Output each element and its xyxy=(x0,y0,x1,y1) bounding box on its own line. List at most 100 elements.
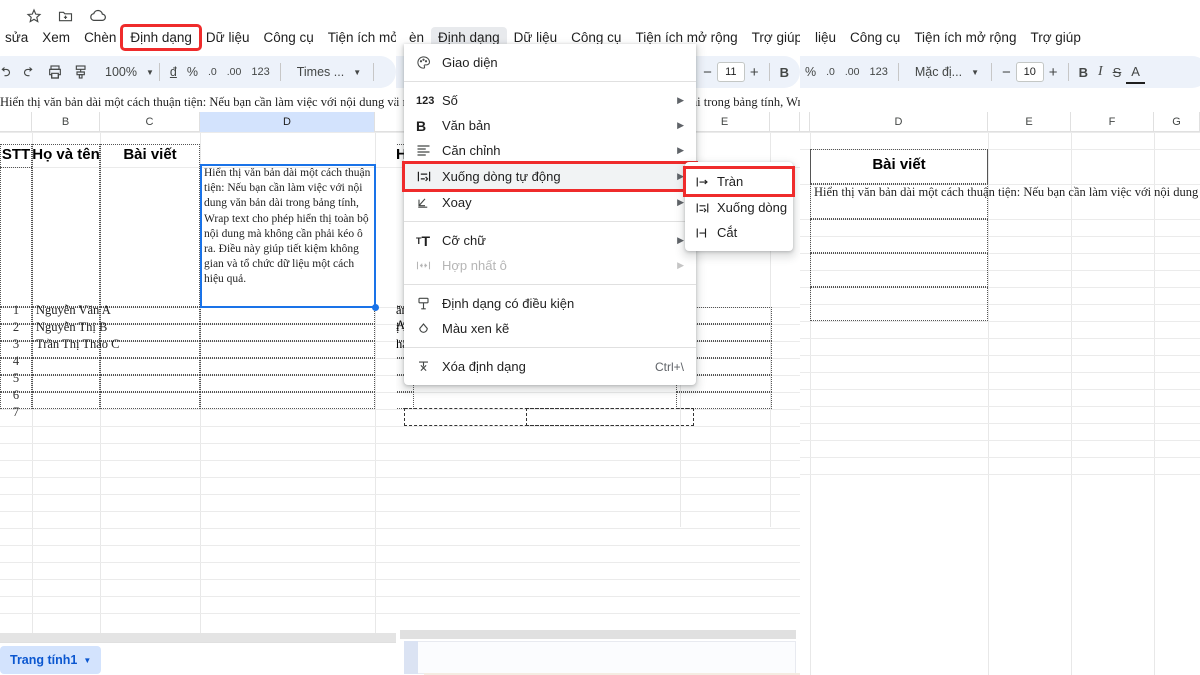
menu-row-xoay[interactable]: Xoay ▶ xyxy=(404,190,696,215)
more-formats-button-right[interactable]: 123 xyxy=(865,60,893,84)
menu-row-co-chu[interactable]: TT Cỡ chữ ▶ xyxy=(404,228,696,253)
print-icon[interactable] xyxy=(42,60,68,84)
cell-name-2[interactable]: Nguyễn Thị B xyxy=(36,320,196,335)
menu-row-hop-nhat-o: Hợp nhất ô ▶ xyxy=(404,253,696,278)
decrease-decimal-button[interactable]: .0 xyxy=(203,60,222,84)
row-number-1[interactable]: 1 xyxy=(0,303,32,318)
submenu-row-tran[interactable]: Tràn xyxy=(683,166,795,197)
decrease-decimal-button-right[interactable]: .0 xyxy=(821,60,840,84)
text-wrap-icon xyxy=(416,170,442,183)
gridline-h xyxy=(0,596,396,597)
menu-row-giao-dien[interactable]: Giao diện xyxy=(404,50,696,75)
submenu-label-cat: Cắt xyxy=(717,225,738,240)
row-number-7[interactable]: 7 xyxy=(0,405,32,420)
column-header-e[interactable] xyxy=(375,112,396,132)
bold-button-right[interactable]: B xyxy=(1074,60,1093,84)
undo-icon[interactable] xyxy=(0,60,17,84)
menu-item-tro-giup-right[interactable]: Trợ giúp xyxy=(1023,27,1087,48)
gridline-h xyxy=(800,406,1200,407)
menu-item-cong-cu[interactable]: Công cụ xyxy=(256,27,320,48)
font-caret-icon-right[interactable]: ▼ xyxy=(971,68,979,77)
move-to-folder-icon[interactable] xyxy=(57,8,74,24)
font-size-input[interactable]: 11 xyxy=(716,62,745,82)
text-color-button-right[interactable]: A xyxy=(1126,60,1145,84)
increase-decimal-button-right[interactable]: .00 xyxy=(840,60,865,84)
menu-row-van-ban[interactable]: B Văn bản ▶ xyxy=(404,113,696,138)
row-number-5[interactable]: 5 xyxy=(0,371,32,386)
horizontal-scrollbar-mid[interactable] xyxy=(400,630,796,639)
star-icon[interactable] xyxy=(26,8,42,24)
menu-item-dinh-dang[interactable]: Định dạng xyxy=(120,24,202,51)
cell-header-article[interactable]: Bài viết xyxy=(100,146,200,163)
menu-divider xyxy=(404,221,696,222)
column-header-d-right[interactable]: D xyxy=(810,112,988,132)
increase-decimal-button[interactable]: .00 xyxy=(222,60,247,84)
menu-row-so[interactable]: 123 Số ▶ xyxy=(404,88,696,113)
menu-item-tro-giup-mid[interactable]: Trợ giúp xyxy=(745,27,800,48)
font-family-select[interactable]: Times ... xyxy=(292,60,349,84)
chevron-down-icon[interactable]: ▼ xyxy=(83,656,91,665)
zoom-caret-icon[interactable]: ▼ xyxy=(146,68,154,77)
row-number-4[interactable]: 4 xyxy=(0,354,32,369)
menu-row-can-chinh[interactable]: Căn chỉnh ▶ xyxy=(404,138,696,163)
submenu-row-cat[interactable]: Cắt xyxy=(685,220,793,245)
decrease-font-size-button[interactable]: − xyxy=(698,60,717,84)
menu-row-xuong-dong-tu-dong[interactable]: Xuống dòng tự động ▶ xyxy=(402,161,698,192)
row-number-2[interactable]: 2 xyxy=(0,320,32,335)
font-size-input-right[interactable]: 10 xyxy=(1015,62,1044,82)
cell-overflow-text[interactable]: Hiển thị văn bản dài một cách thuận tiện… xyxy=(814,185,1200,200)
row-number-3[interactable]: 3 xyxy=(0,337,32,352)
redo-icon[interactable] xyxy=(17,60,42,84)
paint-format-icon[interactable] xyxy=(68,60,94,84)
cell-header-bai-viet[interactable]: Bài viết xyxy=(810,156,988,173)
menu-row-mau-xen-ke[interactable]: Màu xen kẽ xyxy=(404,316,696,341)
menu-item-sua[interactable]: sửa xyxy=(0,27,35,48)
column-header-f-mid[interactable] xyxy=(770,112,800,132)
percent-button-right[interactable]: % xyxy=(800,60,821,84)
cell-header-stt[interactable]: STT xyxy=(0,146,32,163)
bold-button-mid[interactable]: B xyxy=(775,60,794,84)
column-header-c[interactable]: C xyxy=(100,112,200,132)
increase-font-size-button[interactable]: + xyxy=(745,60,764,84)
menu-item-tien-ich[interactable]: Tiện ích mở rộng xyxy=(321,27,396,48)
more-formats-button[interactable]: 123 xyxy=(246,60,274,84)
italic-button-right[interactable]: I xyxy=(1093,60,1108,84)
font-caret-icon[interactable]: ▼ xyxy=(353,68,361,77)
currency-button[interactable]: đ xyxy=(165,60,182,84)
gridline-h xyxy=(800,440,1200,441)
cell-name-1[interactable]: Nguyễn Văn A xyxy=(36,303,196,318)
column-header-f-right[interactable]: F xyxy=(1071,112,1154,132)
increase-font-size-button-right[interactable]: + xyxy=(1044,60,1063,84)
menu-item-du-lieu[interactable]: Dữ liệu xyxy=(199,27,257,48)
menu-row-xoa-dinh-dang[interactable]: Xóa định dạng Ctrl+\ xyxy=(404,354,696,379)
cell-header-name[interactable]: Họ và tên xyxy=(32,146,100,163)
menu-item-du-lieu-right[interactable]: liệu xyxy=(808,27,843,48)
clear-format-icon xyxy=(416,359,442,374)
decrease-font-size-button-right[interactable]: − xyxy=(997,60,1016,84)
sheet-tab-trang-tinh1[interactable]: Trang tính1 ▼ xyxy=(0,646,102,674)
column-header-b[interactable]: B xyxy=(32,112,100,132)
cell-article-wrapped-text[interactable]: Hiển thị văn bản dài một cách thuận tiện… xyxy=(204,166,372,306)
cell-name-3[interactable]: Trần Thị Thảo C xyxy=(36,337,196,352)
column-header-d[interactable]: D xyxy=(200,112,375,132)
cloud-saved-icon[interactable] xyxy=(89,9,107,23)
menu-item-tien-ich-right[interactable]: Tiện ích mở rộng xyxy=(907,27,1023,48)
submenu-row-xuong-dong[interactable]: Xuống dòng xyxy=(685,195,793,220)
selection-fill-handle[interactable] xyxy=(372,304,379,311)
font-family-select-right[interactable]: Mặc đị... xyxy=(910,60,967,84)
menu-item-chen[interactable]: Chèn xyxy=(77,27,123,48)
menu-row-dinh-dang-co-dieu-kien[interactable]: Định dạng có điều kiện xyxy=(404,291,696,316)
gridline-h xyxy=(396,545,800,546)
column-header-e-right[interactable]: E xyxy=(988,112,1071,132)
percent-button[interactable]: % xyxy=(182,60,203,84)
row-number-6[interactable]: 6 xyxy=(0,388,32,403)
formula-bar-left[interactable]: Hiển thị văn bản dài một cách thuận tiện… xyxy=(0,92,396,112)
column-header-g-right[interactable]: G xyxy=(1154,112,1200,132)
strikethrough-button-right[interactable]: S xyxy=(1108,60,1127,84)
dotted-range-border xyxy=(0,167,32,307)
horizontal-scrollbar[interactable] xyxy=(0,633,396,642)
dotted-range-border xyxy=(100,144,200,307)
menu-item-cong-cu-right[interactable]: Công cụ xyxy=(843,27,907,48)
zoom-level[interactable]: 100% xyxy=(100,60,142,84)
menu-item-xem[interactable]: Xem xyxy=(35,27,77,48)
